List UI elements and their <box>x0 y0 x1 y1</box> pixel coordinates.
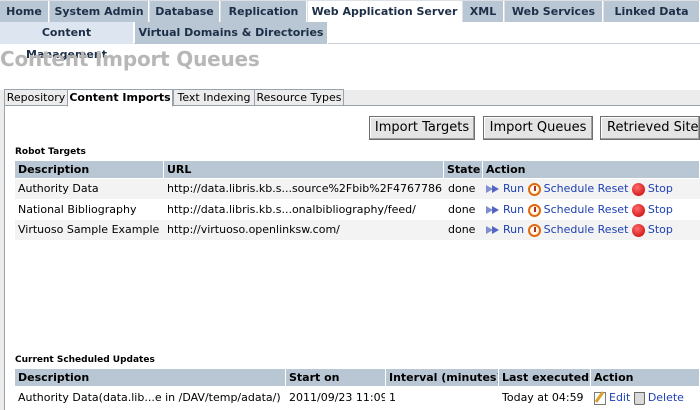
stop-icon <box>631 182 645 196</box>
tab-resource-types[interactable]: Resource Types <box>254 89 344 106</box>
reset-action[interactable]: Reset <box>598 223 629 236</box>
alarm-clock-icon <box>527 203 541 217</box>
col-start-on: Start on <box>286 369 386 386</box>
col-action: Action <box>591 369 700 386</box>
target-description: Authority Data <box>18 182 99 195</box>
retrieved-sites-button[interactable]: Retrieved Sites <box>600 116 700 140</box>
tab-replication[interactable]: Replication <box>221 1 307 22</box>
tab-home[interactable]: Home <box>0 1 49 22</box>
robot-targets-label: Robot Targets <box>15 147 86 157</box>
schedule-description: Authority Data(data.lib...e in /DAV/temp… <box>18 391 281 404</box>
alarm-clock-icon <box>527 182 541 196</box>
col-action: Action <box>483 161 700 178</box>
run-action[interactable]: Run <box>486 203 524 216</box>
run-action[interactable]: Run <box>486 223 524 236</box>
run-icon <box>486 184 500 194</box>
target-url: http://data.libris.kb.s...onalbibliograp… <box>167 203 416 216</box>
target-actions: Run Schedule Reset Stop <box>486 201 673 219</box>
edit-icon <box>594 391 606 405</box>
stop-icon <box>631 223 645 237</box>
run-icon <box>486 205 500 215</box>
stop-action[interactable]: Stop <box>631 203 673 217</box>
target-url: http://virtuoso.openlinksw.com/ <box>167 223 340 236</box>
reset-action[interactable]: Reset <box>598 182 629 195</box>
schedule-actions: Edit Delete <box>594 389 684 407</box>
tab-xml[interactable]: XML <box>463 1 504 22</box>
tab-system-admin[interactable]: System Admin <box>50 1 149 22</box>
page-title: Content Import Queues <box>0 47 260 71</box>
tab-virtual-domains[interactable]: Virtual Domains & Directories <box>135 22 328 44</box>
col-description: Description <box>15 369 286 386</box>
import-queues-button[interactable]: Import Queues <box>483 116 593 140</box>
col-interval: Interval (minutes) <box>386 369 499 386</box>
tab-repository[interactable]: Repository <box>4 89 68 106</box>
sub-nav: Content Management Virtual Domains & Dir… <box>0 22 700 61</box>
tab-content-management[interactable]: Content Management <box>0 22 134 61</box>
top-nav: Home System Admin Database Replication W… <box>0 0 700 22</box>
tab-text-indexing[interactable]: Text Indexing <box>173 89 255 106</box>
schedule-action[interactable]: Schedule <box>527 203 594 217</box>
schedule-action[interactable]: Schedule <box>527 223 594 237</box>
col-state: State <box>444 161 483 178</box>
target-actions: Run Schedule Reset Stop <box>486 221 673 239</box>
col-url: URL <box>164 161 444 178</box>
target-state: done <box>448 182 476 195</box>
stop-icon <box>631 203 645 217</box>
tab-database[interactable]: Database <box>150 1 220 22</box>
schedule-action[interactable]: Schedule <box>527 182 594 196</box>
alarm-clock-icon <box>527 223 541 237</box>
stop-action[interactable]: Stop <box>631 223 673 237</box>
tab-content-imports[interactable]: Content Imports <box>67 89 173 107</box>
trash-icon <box>633 391 645 405</box>
run-action[interactable]: Run <box>486 182 524 195</box>
edit-action[interactable]: Edit <box>594 391 630 405</box>
import-targets-button[interactable]: Import Targets <box>369 116 475 140</box>
tab-web-application-server[interactable]: Web Application Server <box>308 1 462 22</box>
target-state: done <box>448 223 476 236</box>
reset-action[interactable]: Reset <box>598 203 629 216</box>
target-description: National Bibliography <box>18 203 137 216</box>
tab-web-services[interactable]: Web Services <box>505 1 603 22</box>
stop-action[interactable]: Stop <box>631 182 673 196</box>
schedule-start-on: 2011/09/23 11:09 <box>289 391 385 404</box>
scheduled-updates-label: Current Scheduled Updates <box>15 355 155 365</box>
schedule-interval: 1 <box>389 391 396 404</box>
schedule-last-executed: Today at 04:59 <box>502 391 584 404</box>
tab-linked-data[interactable]: Linked Data <box>604 1 700 22</box>
target-description: Virtuoso Sample Example <box>18 223 160 236</box>
delete-action[interactable]: Delete <box>633 391 684 405</box>
target-actions: Run Schedule Reset Stop <box>486 180 673 198</box>
target-state: done <box>448 203 476 216</box>
col-description: Description <box>15 161 164 178</box>
run-icon <box>486 225 500 235</box>
col-last-executed: Last executed <box>499 369 591 386</box>
target-url: http://data.libris.kb.s...source%2Fbib%2… <box>167 182 443 195</box>
